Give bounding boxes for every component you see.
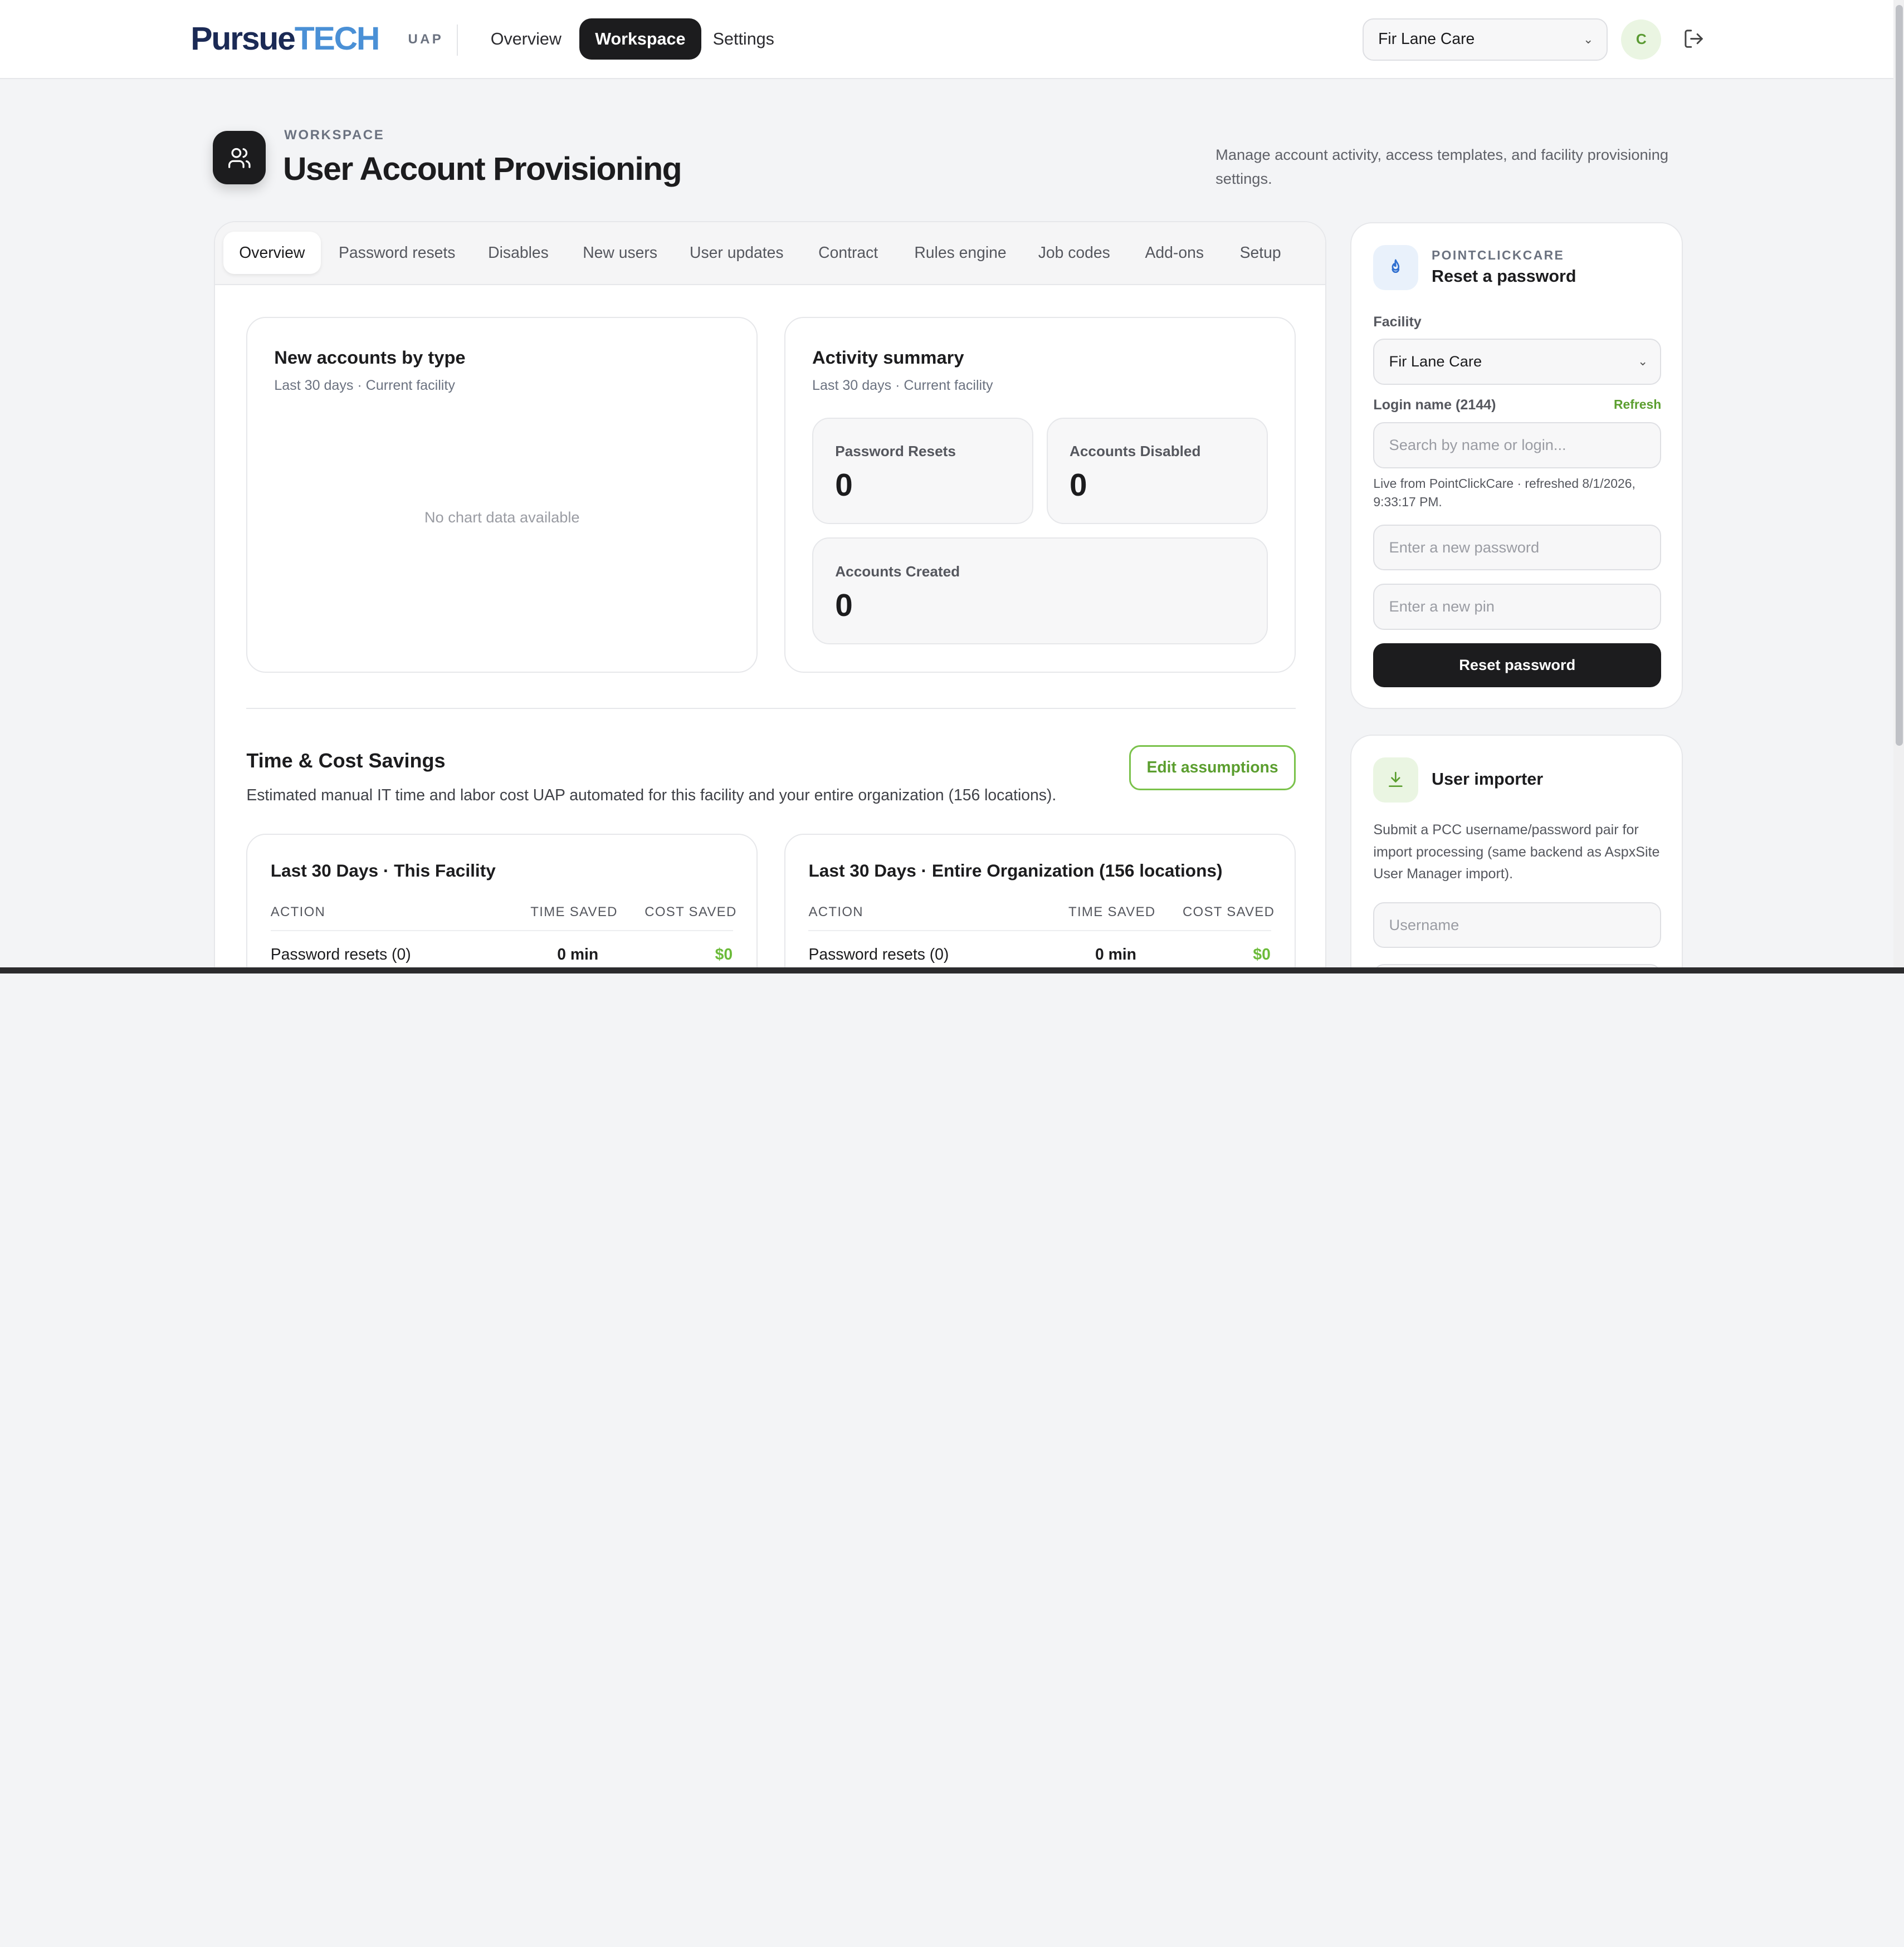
activity-summary-panel: Activity summary Last 30 days · Current … — [784, 316, 1296, 673]
chevron-down-icon: ⌄ — [1583, 32, 1594, 46]
stat-accounts-disabled: Accounts Disabled 0 — [1046, 417, 1268, 525]
nav-divider — [456, 24, 458, 56]
nav-link-workspace[interactable]: Workspace — [579, 18, 701, 60]
new-password-input[interactable]: Enter a new password — [1373, 524, 1662, 571]
table-cell-cost: $0 — [715, 945, 733, 963]
brand-logo-part2: TECH — [294, 20, 380, 57]
stat-label: Accounts Disabled — [1070, 443, 1201, 460]
tab-user-updates[interactable]: User updates — [674, 232, 799, 274]
importer-username-input[interactable]: Username — [1373, 902, 1662, 948]
download-icon — [1373, 757, 1419, 803]
table-cell-action: Password resets (0) — [808, 945, 949, 963]
new-accounts-subtitle: Last 30 days · Current facility — [274, 377, 455, 393]
table-title: Last 30 Days · This Facility — [270, 860, 496, 881]
tab-password-resets[interactable]: Password resets — [323, 232, 471, 274]
activity-title: Activity summary — [812, 347, 964, 368]
table-cell-action: Password resets (0) — [270, 945, 411, 963]
table-row-divider — [808, 930, 1272, 931]
savings-description: Estimated manual IT time and labor cost … — [246, 786, 1057, 805]
reset-password-card: POINTCLICKCARE Reset a password Facility… — [1350, 222, 1683, 710]
refresh-status-text: Live from PointClickCare · refreshed 8/1… — [1373, 476, 1636, 509]
workspace-card: Overview Password resets Disables New us… — [213, 221, 1326, 974]
table-cell-time: 0 min — [1095, 945, 1136, 963]
table-title: Last 30 Days · Entire Organization (156 … — [808, 860, 1223, 881]
facility-select-value: Fir Lane Care — [1389, 353, 1482, 370]
page-title: User Account Provisioning — [282, 151, 682, 188]
column-header-action: ACTION — [808, 904, 863, 919]
stat-value: 0 — [1070, 467, 1087, 503]
org-savings-table: Last 30 Days · Entire Organization (156 … — [784, 834, 1296, 974]
tab-new-users[interactable]: New users — [567, 232, 673, 274]
facility-label: Facility — [1373, 314, 1422, 330]
importer-description: Submit a PCC username/password pair for … — [1373, 822, 1660, 882]
reset-card-title: Reset a password — [1432, 267, 1576, 286]
scrollbar-thumb[interactable] — [1895, 4, 1903, 746]
importer-title: User importer — [1432, 769, 1544, 789]
window-bottom-edge — [0, 967, 1904, 974]
brand-logo-part1: Pursue — [191, 20, 296, 57]
new-accounts-panel: New accounts by type Last 30 days · Curr… — [246, 316, 758, 673]
stat-label: Password Resets — [835, 443, 956, 460]
activity-subtitle: Last 30 days · Current facility — [812, 377, 993, 393]
page-description: Manage account activity, access template… — [1215, 146, 1669, 187]
users-icon — [212, 131, 266, 185]
edit-assumptions-button[interactable]: Edit assumptions — [1129, 745, 1296, 790]
tab-add-ons[interactable]: Add-ons — [1129, 232, 1219, 274]
flame-icon — [1373, 245, 1419, 290]
tab-setup[interactable]: Setup — [1224, 232, 1297, 274]
page-scrollbar[interactable] — [1893, 0, 1904, 974]
stat-value: 0 — [835, 588, 853, 623]
top-navbar: PursueTECH UAP Overview Workspace Settin… — [0, 0, 1904, 79]
logout-icon[interactable] — [1683, 28, 1705, 50]
section-divider — [246, 707, 1296, 709]
column-header-time: TIME SAVED — [1068, 904, 1156, 919]
product-tag: UAP — [408, 31, 444, 47]
tab-overview[interactable]: Overview — [223, 232, 321, 275]
stat-label: Accounts Created — [835, 562, 960, 580]
app-frame: PursueTECH UAP Overview Workspace Settin… — [0, 0, 1904, 974]
brand-logo[interactable]: PursueTECH — [191, 19, 380, 58]
login-search-input[interactable]: Search by name or login... — [1373, 422, 1662, 469]
table-cell-time: 0 min — [557, 945, 599, 963]
page-eyebrow: WORKSPACE — [284, 127, 385, 143]
refresh-link[interactable]: Refresh — [1614, 397, 1661, 412]
user-avatar[interactable]: C — [1621, 19, 1662, 60]
chevron-down-icon: ⌄ — [1637, 354, 1648, 369]
reset-card-eyebrow: POINTCLICKCARE — [1432, 247, 1565, 262]
column-header-action: ACTION — [270, 904, 326, 919]
tab-disables[interactable]: Disables — [472, 232, 564, 274]
facility-switcher[interactable]: Fir Lane Care ⌄ — [1362, 18, 1608, 61]
user-importer-card: User importer Submit a PCC username/pass… — [1350, 734, 1683, 974]
column-header-cost: COST SAVED — [645, 904, 737, 919]
nav-link-settings[interactable]: Settings — [697, 18, 790, 60]
facility-savings-table: Last 30 Days · This Facility ACTION TIME… — [246, 834, 758, 974]
savings-title: Time & Cost Savings — [246, 749, 446, 772]
reset-password-button[interactable]: Reset password — [1373, 643, 1662, 687]
login-name-label: Login name (2144) — [1373, 397, 1496, 413]
facility-select[interactable]: Fir Lane Care ⌄ — [1373, 339, 1662, 385]
facility-switcher-value: Fir Lane Care — [1378, 30, 1475, 48]
nav-link-overview[interactable]: Overview — [475, 18, 577, 60]
new-pin-input[interactable]: Enter a new pin — [1373, 584, 1662, 630]
new-accounts-title: New accounts by type — [274, 347, 466, 368]
tab-contract[interactable]: Contract — [803, 232, 894, 274]
tab-rules-engine[interactable]: Rules engine — [899, 232, 1022, 274]
tab-bar: Overview Password resets Disables New us… — [214, 222, 1325, 286]
table-cell-cost: $0 — [1253, 945, 1271, 963]
stat-accounts-created: Accounts Created 0 — [812, 537, 1268, 645]
column-header-cost: COST SAVED — [1182, 904, 1275, 919]
column-header-time: TIME SAVED — [530, 904, 618, 919]
empty-chart-message: No chart data available — [424, 508, 580, 526]
tab-job-codes[interactable]: Job codes — [1022, 232, 1126, 274]
table-row-divider — [270, 930, 734, 931]
stat-value: 0 — [835, 467, 853, 503]
stat-password-resets: Password Resets 0 — [812, 417, 1033, 525]
